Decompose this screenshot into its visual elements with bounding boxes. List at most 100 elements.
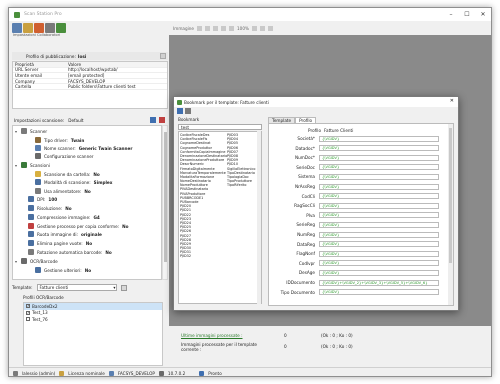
tree-item-label: Tipo driver: [44, 137, 68, 143]
tree-item[interactable]: ▾ Scansioni [15, 161, 50, 169]
minimize-button[interactable]: – [443, 8, 459, 21]
field-value-input[interactable]: {\VGIDV} [319, 183, 439, 190]
folder-icon[interactable] [23, 23, 33, 33]
rotate-icon[interactable] [229, 25, 235, 31]
profile-field: DataReg {\VGIDV} [269, 241, 445, 248]
save-icon[interactable] [150, 117, 156, 123]
tree-item[interactable]: Nome scanner: Generic Twain Scanner [29, 144, 132, 152]
profile-scrollbar[interactable] [448, 124, 453, 305]
field-value-input[interactable]: {\VGIDV} [319, 193, 439, 200]
prev-page-icon[interactable] [205, 25, 211, 31]
field-value-input[interactable]: {\VGIDV} [319, 221, 439, 228]
template-edit-button[interactable] [120, 284, 127, 291]
ready-icon [199, 370, 205, 376]
publication-browse-button[interactable] [160, 53, 166, 59]
window-title: Scan Station Pro [24, 12, 62, 17]
tree-item-label: Gestione processo per copia conforme: [37, 223, 120, 229]
bookmark-item[interactable]: TipoRiferito [227, 183, 255, 187]
field-value-input[interactable]: {\VGIDV} [319, 212, 439, 219]
zoom-value[interactable]: 100% [237, 26, 249, 31]
tree-item[interactable]: Compressione immagine: G4 [22, 213, 100, 221]
zoom-in-icon[interactable] [252, 25, 257, 31]
property-value: [email protected] [68, 72, 105, 78]
field-label: FlagNonf [296, 251, 315, 257]
profile-item[interactable]: Test_76 [24, 316, 162, 323]
tree-item-label: Scanner [30, 128, 48, 134]
fit-icon[interactable] [268, 25, 273, 31]
expand-icon[interactable]: ▾ [15, 163, 19, 168]
status-count-template: 0 [284, 344, 287, 349]
settings-icon[interactable] [12, 23, 22, 33]
tree-item[interactable]: DPI: 100 [22, 195, 57, 203]
image-label: Immagine [173, 25, 195, 31]
refresh-icon[interactable] [34, 23, 44, 33]
tree-item[interactable]: Configurazione scanner [29, 152, 94, 160]
field-value-input[interactable]: {\VGIDV} [319, 145, 439, 152]
field-value-input[interactable]: {\VGIDV} [319, 241, 439, 248]
scan-settings-value[interactable]: Default [68, 118, 83, 123]
bookmark-item[interactable]: PJID32 [180, 254, 225, 258]
template-select[interactable]: Fatture clienti ▾ [36, 284, 117, 291]
first-page-icon[interactable] [197, 25, 203, 31]
status-label-last[interactable]: Ultime immagini processate : [181, 333, 271, 338]
checkbox[interactable]: ✓ [26, 304, 30, 309]
zoom-out-icon[interactable] [260, 25, 265, 31]
tree-item[interactable]: Gestione processo per copia conforme: No [22, 222, 128, 230]
field-value-input[interactable]: {\VGIDV} [319, 231, 439, 238]
tree-item[interactable]: Tipo driver: Twain [29, 136, 84, 144]
delete-icon[interactable] [159, 117, 165, 123]
license-icon [59, 370, 65, 376]
tree-item[interactable]: Risoluzione: No [22, 204, 72, 212]
field-value-input[interactable]: {\VGIDV} [319, 289, 439, 296]
last-page-icon[interactable] [221, 25, 227, 31]
next-page-icon[interactable] [213, 25, 219, 31]
bookmark-search-input[interactable]: test [178, 124, 262, 130]
field-value-input[interactable]: {\VGIDV} [319, 260, 439, 267]
checkbox[interactable] [26, 317, 30, 322]
properties-table: Proprietà Valore URL Server http://localhos… [12, 61, 168, 109]
maximize-button[interactable]: ☐ [459, 8, 475, 21]
upload-icon[interactable] [45, 23, 55, 33]
profile-item-label: BarcodeDx2 [32, 303, 58, 309]
close-button[interactable]: ✕ [475, 8, 491, 21]
field-value-input[interactable]: {\VGIDV}+\VGIDV_2}+\VGIDV_3}+\VGIDV_5}+\… [319, 279, 439, 286]
field-value-input[interactable]: {\VGIDV} [319, 202, 439, 209]
profile-field: CodCli {\VGIDV} [269, 193, 445, 200]
checkbox[interactable]: ✓ [26, 310, 30, 315]
save-icon[interactable] [177, 108, 183, 114]
tree-item[interactable]: Usa alimentatore: No [29, 187, 91, 195]
field-value-input[interactable]: {\VGIDV} [319, 164, 439, 171]
tree-item[interactable]: Rotazione automatica barcode: No [22, 248, 112, 256]
template-row: Template: Fatture clienti ▾ [12, 283, 168, 292]
field-value-input[interactable]: {\VGIDV} [319, 135, 439, 142]
expand-icon[interactable]: ▾ [15, 129, 19, 134]
users-icon[interactable] [56, 23, 66, 33]
bookmark-scrollbar[interactable] [257, 131, 261, 304]
field-value-input[interactable]: {\VGIDV} [319, 269, 439, 276]
field-value-input[interactable]: {\VGIDV} [319, 250, 439, 257]
company-icon [108, 370, 114, 376]
tree-item[interactable]: Scansione da cartella: No [29, 170, 100, 178]
profile-field: RagSocCli {\VGIDV} [269, 202, 445, 209]
property-value: Public folders\Fatture clienti test [68, 84, 136, 90]
property-value: Valore [68, 61, 82, 67]
profile-panel: Profilo Fatture Clienti Società* {\VGIDV}… [268, 123, 454, 306]
dialog-close-icon[interactable]: ✕ [450, 98, 454, 104]
field-value-input[interactable]: {\VGIDV} [319, 173, 439, 180]
publication-value: Iosi [77, 53, 87, 59]
tree-item-value: No [93, 171, 100, 177]
status-version: 10.7.0.2 [167, 370, 186, 376]
field-value-input[interactable]: {\VGIDV} [319, 154, 439, 161]
tree-scrollbar[interactable] [162, 125, 168, 280]
tree-item[interactable]: Gestione ulteriori: No [29, 266, 91, 274]
tree-item[interactable]: Modalità di scansione: Simplex [29, 178, 112, 186]
expand-icon[interactable]: ▾ [15, 259, 19, 264]
tree-item[interactable]: Ruota immagine di: originale [22, 230, 102, 238]
tree-item[interactable]: Elimina pagine vuote: No [22, 239, 92, 247]
export-icon[interactable] [185, 108, 191, 114]
field-label: NumDoc* [294, 155, 315, 161]
tree-item[interactable]: ▾ Scanner [15, 127, 47, 135]
publication-label: Profilo di pubblicazione: [26, 53, 76, 59]
tree-item-value: Generic Twain Scanner [78, 145, 133, 151]
tree-item[interactable]: ▾ OCR/Barcode [15, 257, 58, 265]
